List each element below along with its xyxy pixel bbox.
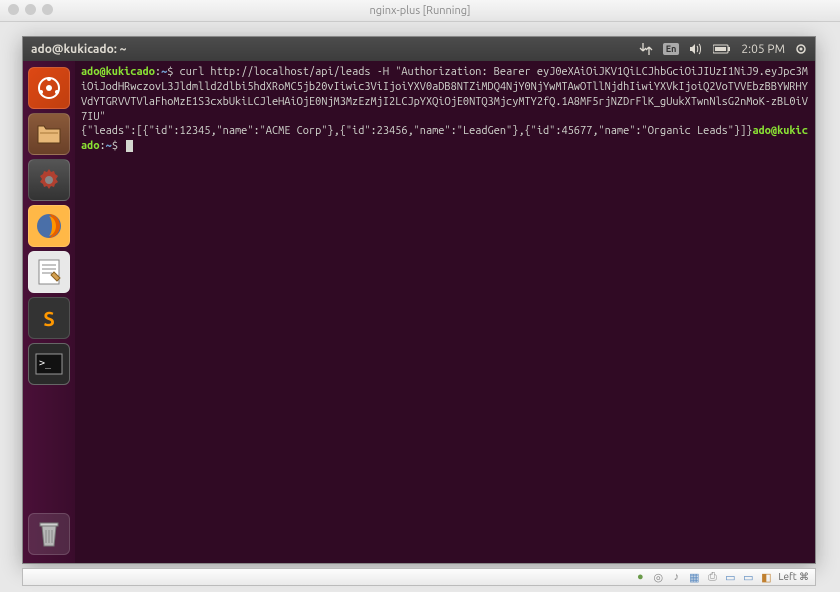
files-icon[interactable] — [28, 113, 70, 155]
firefox-icon[interactable] — [28, 205, 70, 247]
terminal-line-1: ado@kukicado:~$ curl http://localhost/ap… — [81, 65, 809, 124]
settings-icon[interactable] — [28, 159, 70, 201]
close-icon[interactable] — [8, 4, 19, 15]
network-status-icon[interactable]: ▦ — [688, 571, 700, 583]
vm-statusbar: ● ◎ ♪ ▦ ⎙ ▭ ▭ ◧ Left ⌘ — [22, 568, 816, 586]
cursor — [126, 140, 133, 152]
menubar-indicators: En 2:05 PM — [639, 43, 807, 56]
disk-icon[interactable]: ● — [634, 571, 646, 583]
volume-icon[interactable] — [689, 43, 703, 55]
output-text: {"leads":[{"id":12345,"name":"ACME Corp"… — [81, 125, 752, 137]
mac-window-title: nginx-plus [Running] — [369, 5, 470, 17]
dash-icon[interactable] — [28, 67, 70, 109]
mac-traffic-lights — [8, 4, 53, 15]
terminal-icon[interactable]: >_ — [28, 343, 70, 385]
optical-icon[interactable]: ◎ — [652, 571, 664, 583]
capture-icon[interactable]: ◧ — [760, 571, 772, 583]
keyboard-lang-badge[interactable]: En — [663, 43, 680, 55]
terminal[interactable]: ado@kukicado:~$ curl http://localhost/ap… — [75, 61, 815, 563]
svg-text:>_: >_ — [39, 358, 52, 369]
battery-icon[interactable] — [713, 44, 731, 54]
launcher: S >_ — [23, 61, 75, 563]
text-editor-icon[interactable] — [28, 251, 70, 293]
audio-icon[interactable]: ♪ — [670, 571, 682, 583]
terminal-output: {"leads":[{"id":12345,"name":"ACME Corp"… — [81, 124, 809, 154]
network-icon[interactable] — [639, 43, 653, 55]
sublime-icon[interactable]: S — [28, 297, 70, 339]
prompt-user: ado@kukicado — [81, 66, 155, 78]
clock[interactable]: 2:05 PM — [741, 43, 785, 56]
vm-window: ado@kukicado: ~ En 2:05 PM — [22, 36, 816, 564]
host-key-label: Left ⌘ — [778, 571, 809, 583]
command-text: curl http://localhost/api/leads -H "Auth… — [81, 66, 808, 123]
zoom-icon[interactable] — [42, 4, 53, 15]
ubuntu-body: S >_ ado@kukicado:~$ curl http://localho… — [23, 61, 815, 563]
usb-icon[interactable]: ⎙ — [706, 571, 718, 583]
gear-icon[interactable] — [795, 43, 807, 55]
mac-titlebar: nginx-plus [Running] — [0, 0, 840, 22]
ubuntu-menubar: ado@kukicado: ~ En 2:05 PM — [23, 37, 815, 61]
display-icon[interactable]: ▭ — [742, 571, 754, 583]
window-title: ado@kukicado: ~ — [31, 43, 126, 56]
shared-folder-icon[interactable]: ▭ — [724, 571, 736, 583]
trash-icon[interactable] — [28, 513, 70, 555]
minimize-icon[interactable] — [25, 4, 36, 15]
